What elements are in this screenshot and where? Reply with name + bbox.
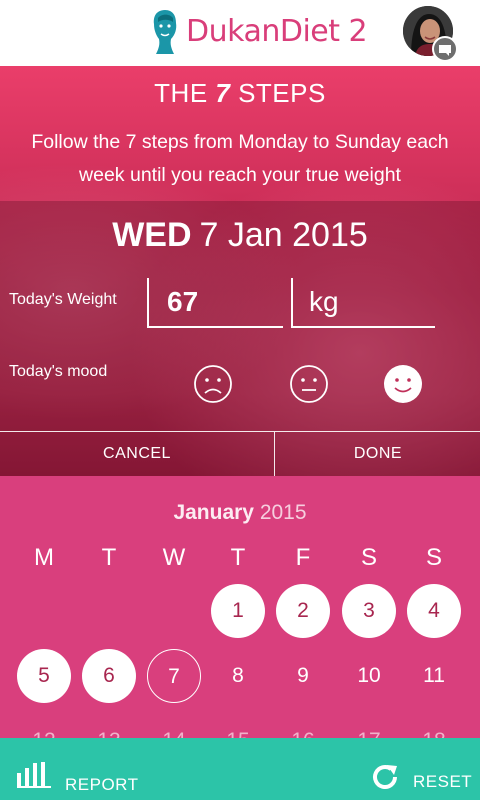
- weight-label: Today's Weight: [9, 291, 117, 308]
- done-button[interactable]: DONE: [276, 432, 480, 476]
- calendar-month: January 2015: [173, 501, 307, 524]
- report-button[interactable]: REPORT: [65, 775, 139, 795]
- calendar-day[interactable]: 16: [276, 714, 330, 738]
- calendar-day[interactable]: 3: [342, 584, 396, 638]
- neutral-mood-icon[interactable]: [289, 364, 329, 404]
- weekday-label: W: [162, 544, 186, 571]
- calendar-day[interactable]: 9: [276, 649, 330, 703]
- calendar-day-today[interactable]: 7: [147, 649, 201, 703]
- steps-description: Follow the 7 steps from Monday to Sunday…: [31, 131, 449, 186]
- weekday-label: S: [425, 544, 442, 571]
- calendar-day[interactable]: 18: [407, 714, 461, 738]
- steps-title: THE 7 STEPS: [154, 78, 326, 108]
- weekday-label: M: [34, 544, 54, 571]
- logo-face-icon: [153, 10, 177, 54]
- unit-value: kg: [309, 286, 339, 317]
- message-badge-icon[interactable]: [432, 36, 458, 62]
- weekday-label: T: [101, 544, 117, 571]
- weekday-label: S: [360, 544, 377, 571]
- calendar-day[interactable]: 8: [211, 649, 265, 703]
- calendar-day[interactable]: 11: [407, 649, 461, 703]
- calendar-day[interactable]: 2: [276, 584, 330, 638]
- calendar-day[interactable]: 17: [342, 714, 396, 738]
- refresh-icon[interactable]: [370, 762, 400, 792]
- entry-date: WED 7 Jan 2015: [112, 216, 368, 254]
- mood-label: Today's mood: [9, 363, 108, 380]
- calendar-day[interactable]: 1: [211, 584, 265, 638]
- unit-select[interactable]: kg: [291, 278, 435, 328]
- sad-mood-icon[interactable]: [193, 364, 233, 404]
- app-logo-text: DukanDiet 2: [186, 14, 368, 49]
- happy-mood-icon[interactable]: [383, 364, 423, 404]
- reset-button[interactable]: RESET: [413, 772, 472, 792]
- weight-value: 67: [167, 286, 199, 317]
- calendar-day[interactable]: 12: [17, 714, 71, 738]
- calendar-day[interactable]: 13: [82, 714, 136, 738]
- calendar-day[interactable]: 10: [342, 649, 396, 703]
- daily-entry-panel: THE 7 STEPS Follow the 7 steps from Mond…: [0, 66, 480, 476]
- form-actions: CANCEL DONE: [0, 431, 480, 476]
- weight-input[interactable]: 67: [147, 278, 283, 328]
- calendar-day[interactable]: 5: [17, 649, 71, 703]
- calendar-day[interactable]: 15: [211, 714, 265, 738]
- bottom-action-bar: REPORT RESET: [0, 738, 480, 800]
- calendar-day[interactable]: 6: [82, 649, 136, 703]
- calendar-day[interactable]: 4: [407, 584, 461, 638]
- calendar-day[interactable]: 14: [147, 714, 201, 738]
- weekday-label: T: [230, 544, 246, 571]
- calendar: January 2015 M T W T F S S 1 2 3 4 5 6 7…: [0, 476, 480, 738]
- app-header: DukanDiet 2: [0, 0, 480, 66]
- cancel-button[interactable]: CANCEL: [0, 432, 275, 476]
- weekday-label: F: [295, 544, 311, 571]
- bar-chart-icon[interactable]: [17, 762, 51, 788]
